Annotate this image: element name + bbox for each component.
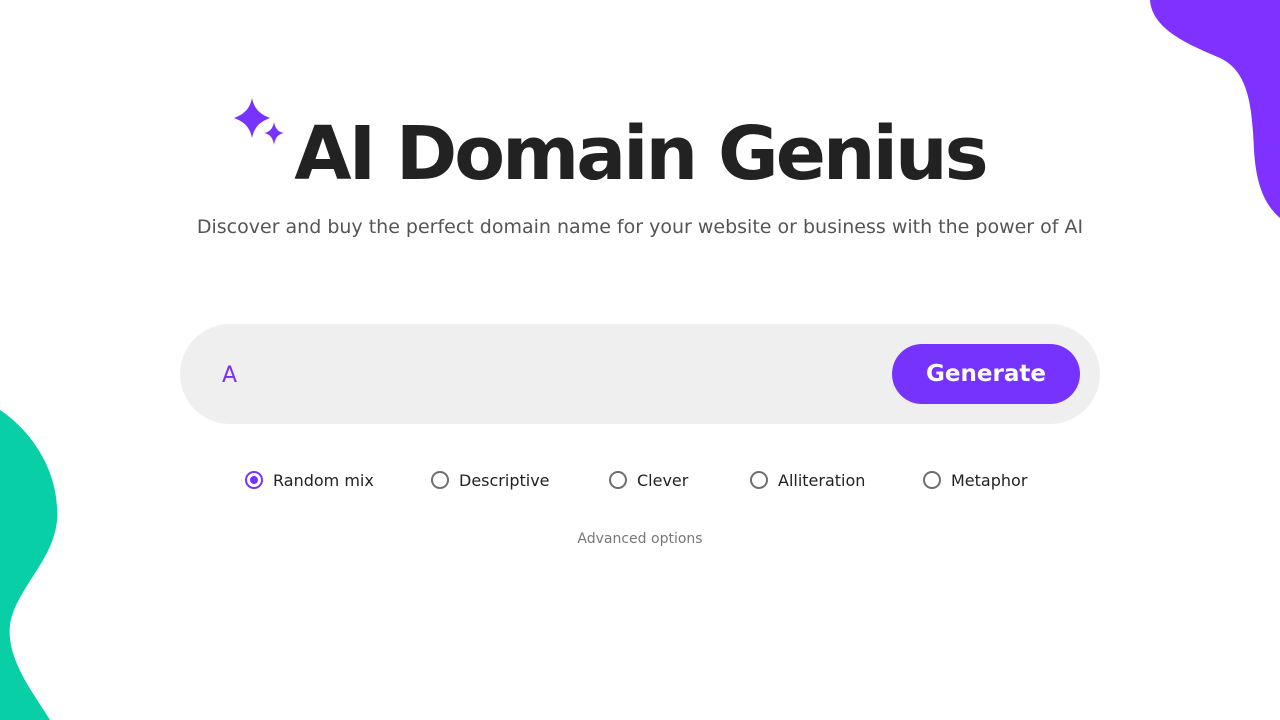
title-row: AI Domain Genius	[234, 98, 989, 198]
domain-keyword-input[interactable]	[220, 354, 874, 396]
page-title: AI Domain Genius	[294, 111, 988, 197]
decorative-green-blob	[0, 410, 58, 720]
page: AI Domain Genius Discover and buy the pe…	[0, 0, 1280, 720]
option-clever[interactable]: Clever	[609, 466, 688, 494]
option-descriptive[interactable]: Descriptive	[431, 466, 550, 494]
option-label: Clever	[637, 470, 689, 490]
advanced-options-link[interactable]: Advanced options	[577, 531, 702, 547]
option-label: Alliteration	[778, 470, 866, 490]
option-label: Metaphor	[951, 470, 1028, 490]
radio-metaphor[interactable]	[923, 471, 941, 489]
advanced-options-row: Advanced options	[0, 531, 1280, 547]
radio-random-mix[interactable]	[245, 471, 263, 489]
option-label: Random mix	[273, 470, 374, 490]
option-alliteration[interactable]: Alliteration	[750, 466, 865, 494]
option-label: Descriptive	[459, 470, 550, 490]
radio-clever[interactable]	[609, 471, 627, 489]
sparkles-icon	[234, 98, 285, 145]
radio-alliteration[interactable]	[750, 471, 768, 489]
generate-button[interactable]: Generate	[892, 344, 1080, 404]
option-random-mix[interactable]: Random mix	[245, 466, 374, 494]
search-bar: Generate	[180, 324, 1100, 424]
radio-descriptive[interactable]	[431, 471, 449, 489]
hero-header: AI Domain Genius	[0, 98, 1280, 198]
option-metaphor[interactable]: Metaphor	[923, 466, 1027, 494]
page-subtitle: Discover and buy the perfect domain name…	[196, 216, 1084, 238]
